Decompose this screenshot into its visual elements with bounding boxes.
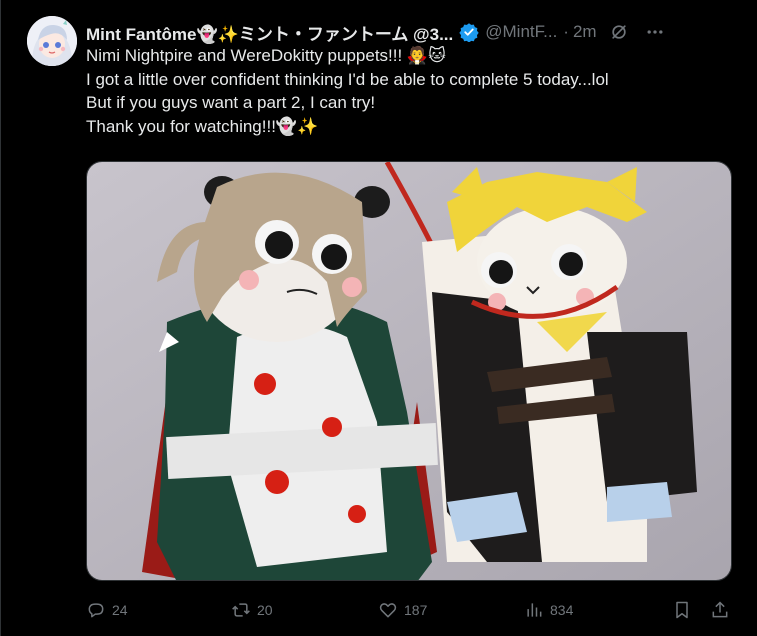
- display-name[interactable]: Mint Fantôme👻✨ミント・ファントーム @3...: [86, 20, 453, 45]
- action-bar: 24 20 187 834: [86, 596, 736, 624]
- post-media-image[interactable]: [86, 161, 732, 581]
- views-button[interactable]: 834: [524, 596, 573, 624]
- avatar[interactable]: [27, 16, 77, 66]
- post-header: Mint Fantôme👻✨ミント・ファントーム @3... @MintF...…: [86, 20, 739, 44]
- puppets-photo: [87, 162, 731, 580]
- reply-button[interactable]: 24: [86, 596, 128, 624]
- views-count: 834: [550, 602, 574, 618]
- verified-badge-icon: [459, 23, 479, 42]
- like-count: 187: [404, 602, 428, 618]
- more-icon[interactable]: [645, 22, 665, 42]
- views-icon: [527, 603, 542, 617]
- reply-count: 24: [112, 602, 128, 618]
- repost-count: 20: [257, 602, 273, 618]
- share-icon: [712, 601, 728, 618]
- timestamp[interactable]: 2m: [573, 22, 597, 42]
- handle[interactable]: @MintF...: [485, 22, 557, 42]
- avatar-image: [27, 16, 77, 66]
- post-text-line: But if you guys want a part 2, I can try…: [86, 93, 376, 112]
- bookmark-icon: [676, 601, 688, 619]
- repost-icon: [232, 603, 250, 617]
- separator-dot: ·: [563, 22, 569, 41]
- post-text-line: Thank you for watching!!!👻✨: [86, 116, 319, 136]
- like-button[interactable]: 187: [378, 596, 427, 624]
- share-button[interactable]: [710, 596, 730, 624]
- heart-icon: [379, 603, 397, 618]
- repost-button[interactable]: 20: [231, 596, 273, 624]
- reply-icon: [88, 603, 104, 618]
- post-text-line: Nimi Nightpire and WereDokitty puppets!!…: [86, 46, 446, 65]
- post-text: Nimi Nightpire and WereDokitty puppets!!…: [86, 44, 726, 138]
- bookmark-button[interactable]: [672, 596, 692, 624]
- grok-icon[interactable]: [609, 22, 629, 42]
- post-text-line: I got a little over confident thinking I…: [86, 69, 609, 89]
- tweet[interactable]: Mint Fantôme👻✨ミント・ファントーム @3... @MintF...…: [0, 0, 757, 636]
